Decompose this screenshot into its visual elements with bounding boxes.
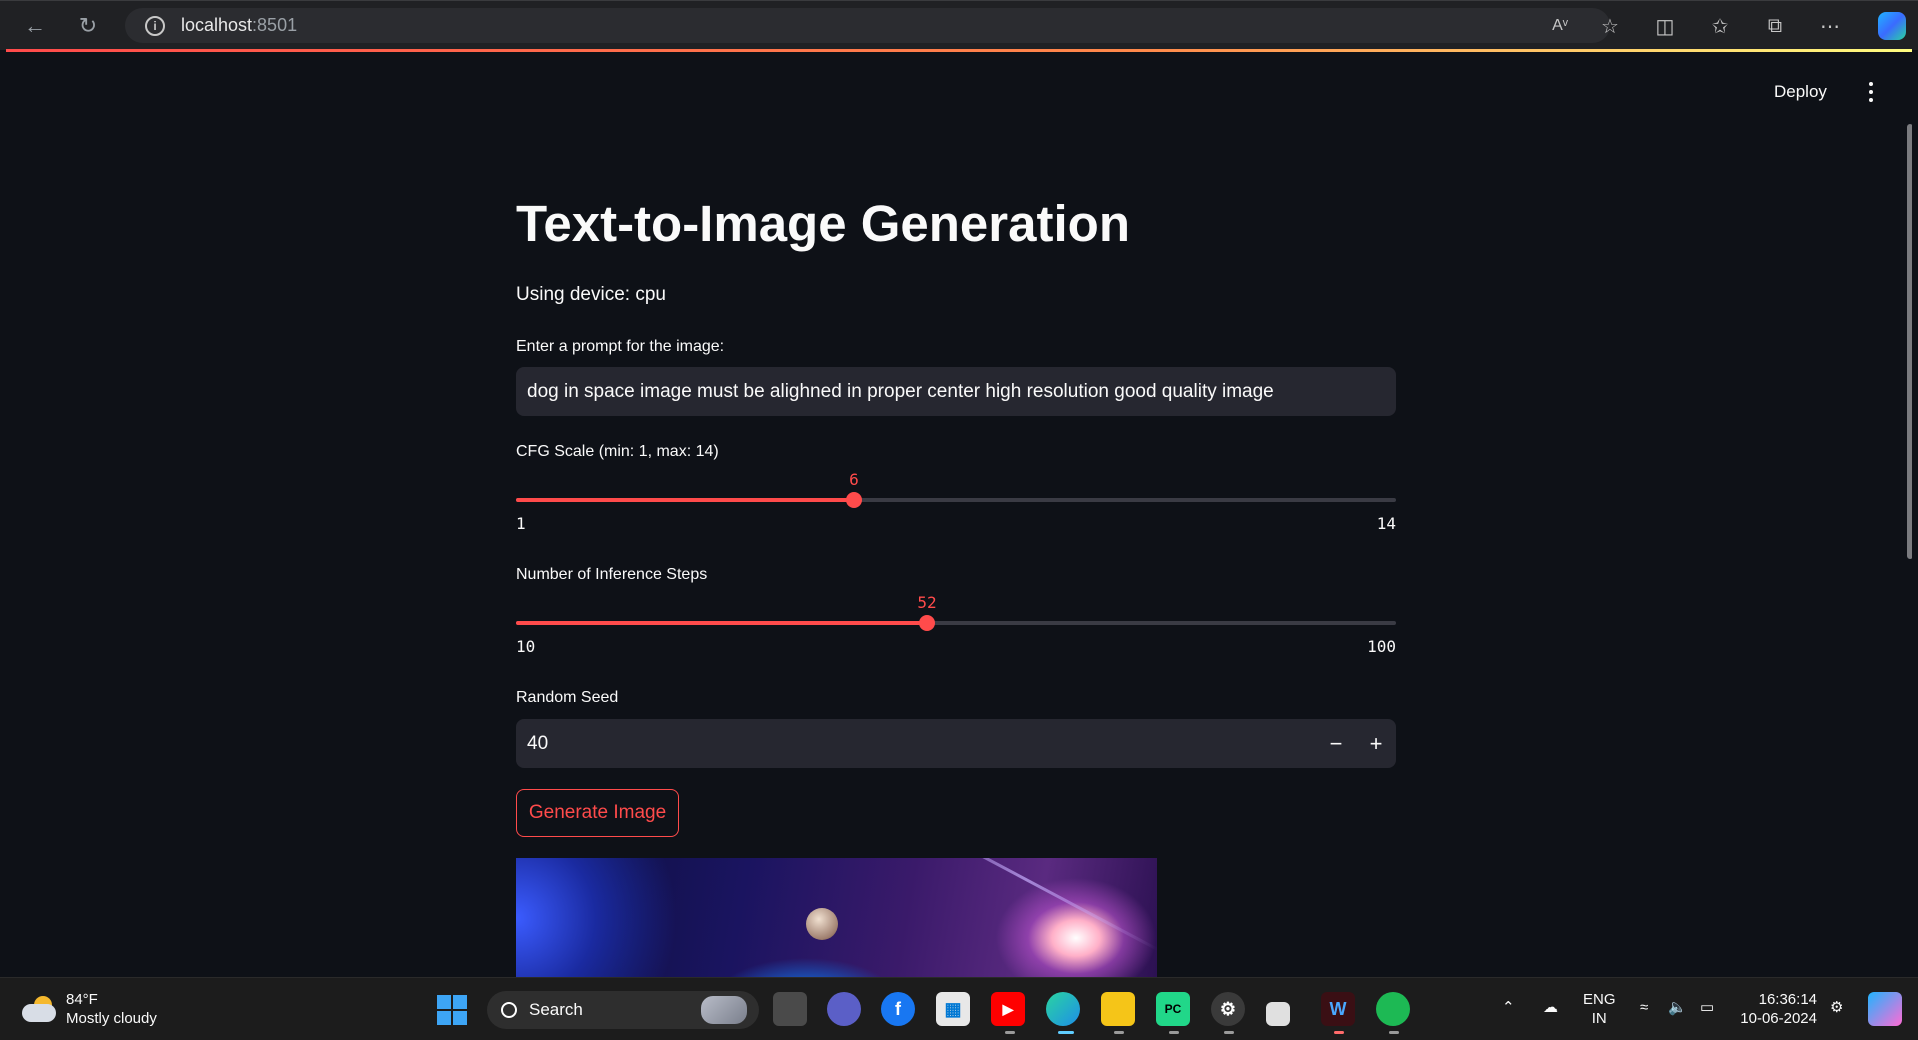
image-planet — [806, 908, 838, 940]
random-seed-input[interactable]: 40 − + — [516, 719, 1396, 768]
youtube-icon[interactable]: ▶ — [991, 992, 1025, 1026]
slider-fill — [516, 621, 927, 625]
slider-thumb[interactable] — [846, 492, 862, 508]
scrollbar[interactable] — [1907, 124, 1912, 559]
lang-top: ENG — [1583, 991, 1616, 1008]
edge-browser-icon[interactable] — [1046, 992, 1080, 1026]
lang-bottom: IN — [1591, 1010, 1607, 1027]
inference-steps-slider[interactable]: 52 10 100 — [516, 593, 1396, 656]
wifi-icon[interactable]: ≈ — [1640, 998, 1648, 1017]
microsoft-store-icon[interactable]: ▦ — [936, 992, 970, 1026]
back-button[interactable]: ← — [20, 11, 50, 41]
search-highlight-icon — [701, 996, 747, 1024]
weather-widget[interactable]: 84°F Mostly cloudy — [22, 990, 157, 1028]
url-port: :8501 — [252, 15, 298, 35]
waves-app-icon[interactable]: W — [1321, 992, 1355, 1026]
inference-steps-label: Number of Inference Steps — [516, 566, 708, 583]
windows-start-icon[interactable] — [437, 995, 467, 1025]
more-icon[interactable]: ⋯ — [1815, 11, 1845, 41]
read-aloud-icon[interactable]: Aᵛ — [1545, 11, 1575, 41]
image-light-streak — [892, 858, 1157, 952]
slider-max: 100 — [1367, 637, 1396, 656]
clock[interactable]: 16:36:14 10-06-2024 — [1737, 990, 1817, 1028]
weather-desc: Mostly cloudy — [66, 1010, 157, 1027]
favorites-icon[interactable]: ✩ — [1705, 11, 1735, 41]
snipping-tool-icon[interactable] — [1266, 1002, 1290, 1026]
slider-thumb[interactable] — [919, 615, 935, 631]
battery-icon[interactable]: ▭ — [1700, 998, 1714, 1017]
notifications-icon[interactable]: ⚙ — [1830, 998, 1843, 1017]
partly-cloudy-icon — [22, 996, 56, 1022]
copilot-icon[interactable] — [1878, 12, 1906, 40]
slider-value: 6 — [849, 470, 859, 489]
generated-image — [516, 858, 1157, 977]
seed-increment-button[interactable]: + — [1356, 719, 1396, 768]
slider-min: 10 — [516, 637, 536, 656]
file-explorer-icon[interactable] — [1101, 992, 1135, 1026]
deploy-button[interactable]: Deploy — [1774, 82, 1827, 102]
cfg-scale-slider[interactable]: 6 1 14 — [516, 470, 1396, 533]
clock-time: 16:36:14 — [1758, 991, 1817, 1008]
collections-icon[interactable]: ⧉ — [1760, 11, 1790, 41]
url-host: localhost — [181, 15, 253, 35]
random-seed-label: Random Seed — [516, 689, 619, 706]
settings-gear-icon[interactable]: ⚙ — [1211, 992, 1245, 1026]
slider-value: 52 — [917, 593, 937, 612]
prompt-label: Enter a prompt for the image: — [516, 338, 725, 355]
volume-icon[interactable]: 🔈 — [1668, 998, 1687, 1017]
task-view-icon[interactable] — [773, 992, 807, 1026]
prompt-value: dog in space image must be alighned in p… — [527, 380, 1274, 402]
clock-date: 10-06-2024 — [1740, 1010, 1817, 1027]
site-info-icon[interactable]: i — [145, 15, 165, 36]
running-indicator — [1389, 1031, 1399, 1034]
copilot-taskbar-icon[interactable] — [1868, 992, 1902, 1026]
taskbar: 84°F Mostly cloudy Search f ▦ ▶ PC ⚙ W ⌃… — [0, 977, 1918, 1040]
weather-temp: 84°F — [66, 991, 98, 1008]
seed-value[interactable]: 40 — [516, 733, 1316, 755]
app-view: Deploy Text-to-Image Generation Using de… — [4, 52, 1912, 977]
running-indicator — [1114, 1031, 1124, 1034]
spotify-icon[interactable] — [1376, 992, 1410, 1026]
seed-decrement-button[interactable]: − — [1316, 719, 1356, 768]
pycharm-icon[interactable]: PC — [1156, 992, 1190, 1026]
teams-chat-icon[interactable] — [827, 992, 861, 1026]
running-indicator — [1169, 1031, 1179, 1034]
running-indicator — [1224, 1031, 1234, 1034]
running-indicator — [1005, 1031, 1015, 1034]
slider-fill — [516, 498, 854, 502]
search-icon — [501, 1002, 517, 1018]
taskbar-search[interactable]: Search — [487, 991, 759, 1029]
slider-max: 14 — [1376, 514, 1396, 533]
device-text: Using device: cpu — [516, 284, 666, 305]
generate-image-button[interactable]: Generate Image — [516, 789, 679, 837]
main-menu-icon[interactable] — [1861, 80, 1881, 104]
language-indicator[interactable]: ENG IN — [1583, 990, 1616, 1028]
cfg-scale-label: CFG Scale (min: 1, max: 14) — [516, 443, 719, 460]
slider-min: 1 — [516, 514, 526, 533]
show-hidden-icons[interactable]: ⌃ — [1502, 998, 1515, 1017]
prompt-input[interactable]: dog in space image must be alighned in p… — [516, 367, 1396, 416]
onedrive-icon[interactable]: ☁ — [1543, 998, 1558, 1017]
refresh-button[interactable]: ↻ — [73, 11, 103, 41]
page-title: Text-to-Image Generation — [516, 195, 1130, 252]
address-bar[interactable]: i localhost:8501 — [125, 8, 1610, 43]
facebook-icon[interactable]: f — [881, 992, 915, 1026]
active-indicator — [1058, 1031, 1074, 1034]
running-indicator — [1334, 1031, 1344, 1034]
taskbar-search-label: Search — [529, 1000, 583, 1019]
browser-toolbar: ← ↻ i localhost:8501 Aᵛ ☆ ◫ ✩ ⧉ ⋯ — [0, 0, 1918, 50]
favorite-star-icon[interactable]: ☆ — [1595, 11, 1625, 41]
split-screen-icon[interactable]: ◫ — [1650, 11, 1680, 41]
